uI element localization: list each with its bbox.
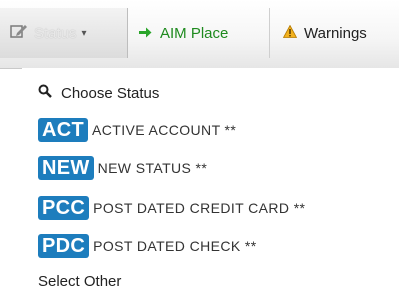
aim-place-label: AIM Place — [160, 24, 229, 42]
status-code-badge: PDC — [38, 234, 90, 258]
status-option-pcc[interactable]: PCC POST DATED CREDIT CARD ** — [38, 196, 305, 220]
warnings-button[interactable]: Warnings — [271, 8, 399, 58]
aim-place-button[interactable]: AIM Place — [129, 8, 270, 58]
choose-status-label: Choose Status — [61, 84, 160, 102]
status-code-badge: ACT — [38, 118, 89, 142]
status-dropdown-button[interactable]: Status ▾ — [0, 8, 128, 58]
chevron-down-icon: ▾ — [81, 27, 87, 39]
select-other-item[interactable]: Select Other — [38, 273, 121, 290]
toolbar: Status ▾ AIM Place Warnings — [0, 0, 399, 69]
choose-status-item[interactable]: Choose Status — [38, 84, 159, 102]
status-code-badge: PCC — [38, 196, 90, 220]
status-option-act[interactable]: ACT ACTIVE ACCOUNT ** — [38, 118, 236, 142]
search-icon — [38, 84, 52, 102]
status-label: Status — [34, 24, 77, 42]
warning-icon — [282, 24, 298, 42]
status-option-label: POST DATED CHECK ** — [93, 238, 257, 254]
arrow-right-icon — [139, 25, 152, 41]
status-option-pdc[interactable]: PDC POST DATED CHECK ** — [38, 234, 257, 258]
status-menu: Choose Status ACT ACTIVE ACCOUNT ** NEW … — [22, 68, 399, 301]
edit-icon — [10, 23, 28, 43]
status-option-label: ACTIVE ACCOUNT ** — [92, 122, 237, 138]
status-option-label: NEW STATUS ** — [97, 160, 208, 176]
status-option-label: POST DATED CREDIT CARD ** — [93, 200, 306, 216]
warnings-label: Warnings — [304, 24, 367, 42]
status-code-badge: NEW — [38, 156, 94, 180]
status-option-new[interactable]: NEW NEW STATUS ** — [38, 156, 207, 180]
